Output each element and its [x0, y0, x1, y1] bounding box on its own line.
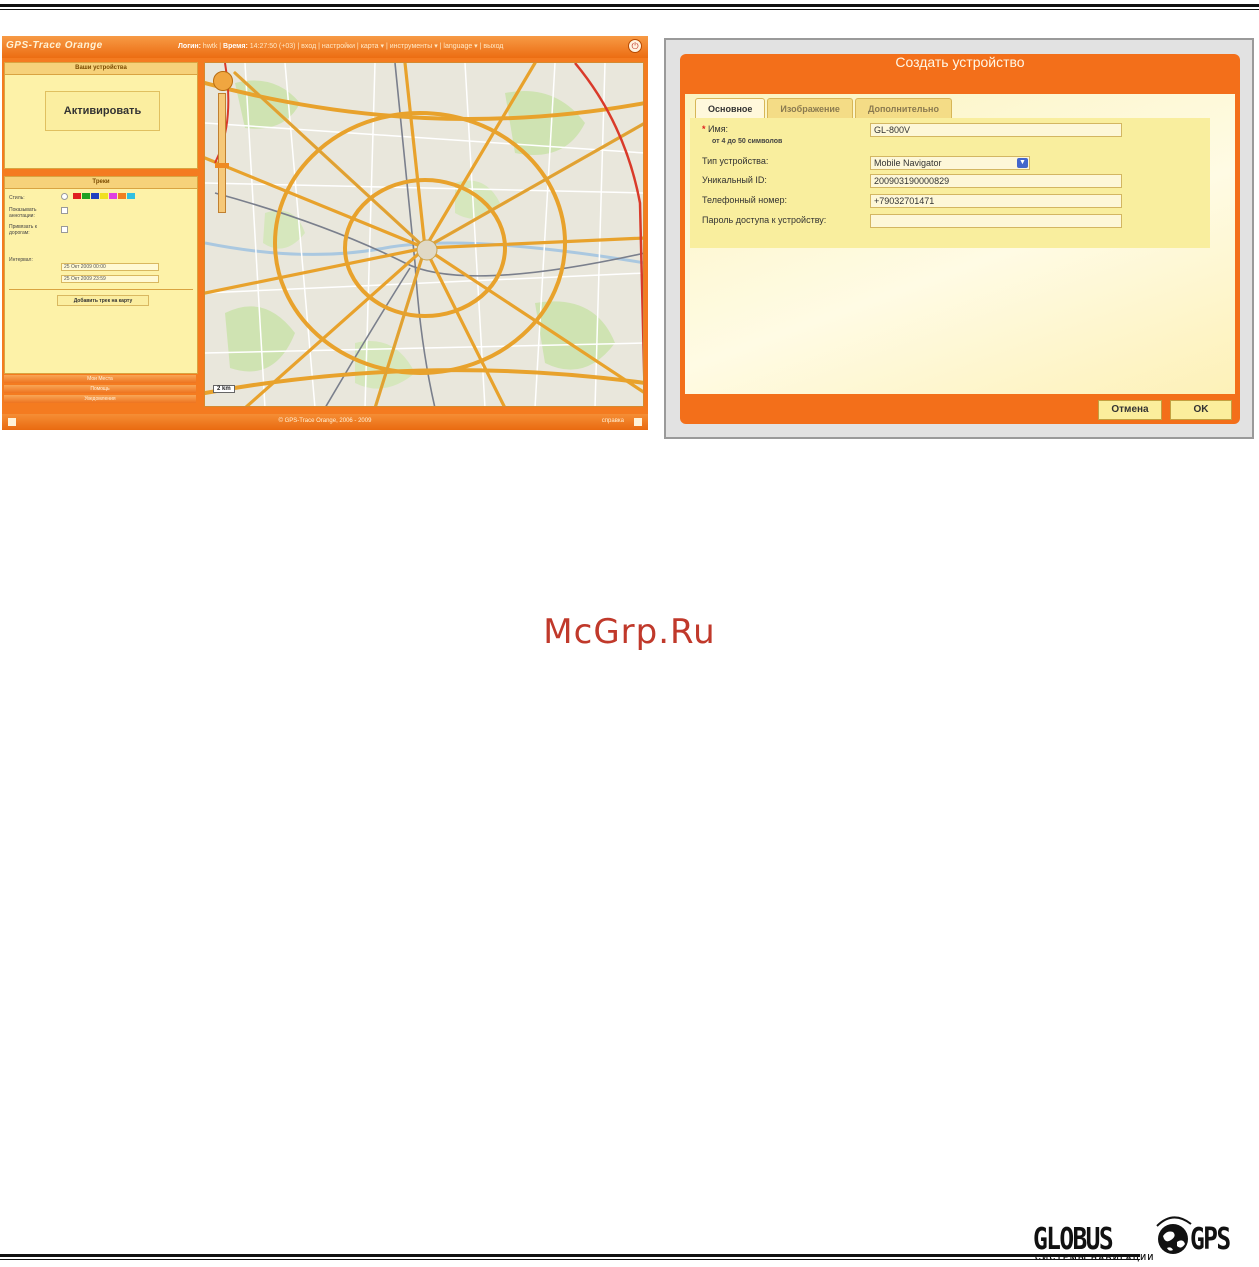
add-track-button[interactable]: Добавить трек на карту — [57, 295, 149, 306]
tab-main[interactable]: Основное — [695, 98, 766, 118]
color-swatch[interactable] — [82, 193, 90, 199]
color-swatch[interactable] — [118, 193, 126, 199]
watermark: McGrp.Ru — [543, 612, 716, 652]
dialog-body: Основное Изображение Дополнительно * Имя… — [685, 94, 1235, 394]
notifications-bar[interactable]: Уведомления — [4, 395, 196, 403]
uid-label: Уникальный ID: — [702, 175, 767, 185]
phone-input[interactable]: +79032701471 — [870, 194, 1122, 208]
date-from-input[interactable]: 25 Окт 2009 00:00 — [61, 263, 159, 271]
style-radio[interactable] — [61, 193, 68, 200]
my-places-bar[interactable]: Мои Места — [4, 375, 196, 383]
tracks-panel: Треки Стиль: Показывать аннотации: Привя… — [4, 176, 198, 374]
power-icon[interactable]: ⏻ — [628, 39, 642, 53]
time-value: 14:27:50 (+03) — [249, 43, 296, 50]
app-logo: GPS-Trace Orange — [6, 40, 103, 51]
app-header: GPS-Trace Orange Логин: hwtk | Время: 14… — [2, 36, 648, 58]
password-label: Пароль доступа к устройству: — [702, 215, 827, 225]
date-to-input[interactable]: 25 Окт 2009 23:59 — [61, 275, 159, 283]
city-map[interactable]: 2 km — [204, 62, 644, 407]
brand-left: GLOBUS — [1033, 1222, 1114, 1257]
color-swatch[interactable] — [100, 193, 108, 199]
map-scale: 2 km — [213, 385, 235, 393]
map-canvas — [205, 63, 643, 406]
top-rule — [0, 4, 1259, 7]
color-swatch[interactable] — [73, 193, 81, 199]
type-label: Тип устройства: — [702, 156, 769, 166]
device-type-value: Mobile Navigator — [874, 158, 942, 168]
footer-help-link[interactable]: справка — [602, 418, 624, 424]
devices-panel-title: Ваши устройства — [5, 63, 197, 75]
user-label: Логин: — [178, 43, 201, 50]
interval-label: Интервал: — [9, 257, 33, 263]
chevron-down-icon[interactable]: ▼ — [1017, 158, 1028, 168]
top-rule-thin — [0, 9, 1259, 10]
app-footer: © GPS-Trace Orange, 2006 - 2009 справка — [2, 414, 648, 430]
gps-app-screenshot: GPS-Trace Orange Логин: hwtk | Время: 14… — [2, 36, 648, 430]
dialog-title: Создать устройство — [895, 54, 1025, 70]
uid-input[interactable]: 200903190000829 — [870, 174, 1122, 188]
nav-links[interactable]: | вход | настройки | карта ▾ | инструмен… — [297, 43, 503, 50]
bottom-rule — [0, 1254, 1140, 1257]
name-label: * Имя: — [702, 124, 729, 134]
globe-icon — [1156, 1216, 1192, 1254]
brand-right: GPS — [1190, 1222, 1231, 1257]
show-annotations-checkbox[interactable] — [61, 207, 68, 214]
app-nav: Логин: hwtk | Время: 14:27:50 (+03) | вх… — [178, 43, 504, 50]
color-swatch[interactable] — [91, 193, 99, 199]
cancel-button[interactable]: Отмена — [1098, 400, 1162, 420]
globus-gps-logo: GLOBUS GPS СИСТЕМЫ НАВИГАЦИИ — [1033, 1200, 1259, 1262]
color-swatch[interactable] — [109, 193, 117, 199]
zoom-handle[interactable] — [215, 163, 229, 168]
device-type-select[interactable]: Mobile Navigator ▼ — [870, 156, 1030, 170]
show-annotations-label: Показывать аннотации: — [9, 207, 37, 219]
name-hint: от 4 до 50 символов — [712, 138, 783, 145]
tab-bar: Основное Изображение Дополнительно — [695, 98, 952, 118]
brand-subtitle: СИСТЕМЫ НАВИГАЦИИ — [1035, 1253, 1155, 1262]
create-device-dialog: Создать устройство Основное Изображение … — [664, 38, 1254, 439]
tab-image[interactable]: Изображение — [767, 98, 853, 118]
activate-button[interactable]: Активировать — [45, 91, 160, 131]
style-label: Стиль: — [9, 195, 25, 201]
zoom-slider[interactable] — [218, 93, 226, 213]
tab-additional[interactable]: Дополнительно — [854, 98, 952, 118]
tracks-panel-title: Треки — [5, 177, 197, 189]
dialog-frame: Создать устройство Основное Изображение … — [680, 54, 1240, 424]
bottom-rule-thin — [0, 1259, 1140, 1260]
form-area: * Имя: от 4 до 50 символов GL-800V Тип у… — [690, 118, 1210, 248]
name-input[interactable]: GL-800V — [870, 123, 1122, 137]
color-swatch[interactable] — [127, 193, 135, 199]
user-value: hwtk — [202, 43, 218, 50]
devices-panel: Ваши устройства Активировать — [4, 62, 198, 169]
time-label: Время: — [223, 43, 248, 50]
password-input[interactable] — [870, 214, 1122, 228]
snap-to-roads-checkbox[interactable] — [61, 226, 68, 233]
ok-button[interactable]: OK — [1170, 400, 1232, 420]
snap-label: Привязать к дорогам: — [9, 224, 37, 236]
phone-label: Телефонный номер: — [702, 195, 787, 205]
pan-control[interactable] — [213, 71, 233, 91]
divider — [9, 289, 193, 290]
footer-copyright: © GPS-Trace Orange, 2006 - 2009 — [278, 418, 372, 424]
track-color-swatches[interactable] — [73, 193, 135, 199]
footer-right-icon[interactable] — [634, 418, 642, 426]
help-bar[interactable]: Помощь — [4, 385, 196, 393]
